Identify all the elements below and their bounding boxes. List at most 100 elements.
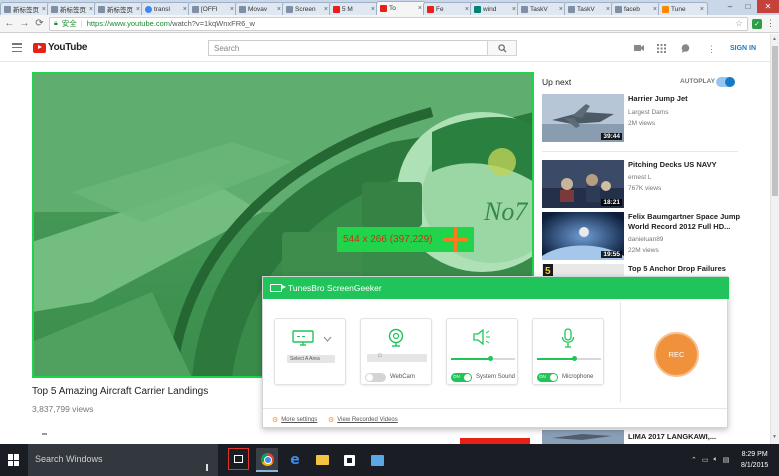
autoplay-toggle[interactable] xyxy=(716,77,735,87)
edge-taskbar-icon[interactable]: e xyxy=(284,448,306,472)
system-sound-card[interactable]: ON System Sound xyxy=(446,318,518,385)
close-tab-icon[interactable]: × xyxy=(89,6,93,13)
select-area-label[interactable]: Select A Area xyxy=(290,356,320,362)
browser-tab[interactable]: 新标签页 × xyxy=(94,2,144,15)
chevron-up-icon[interactable]: ⌃ xyxy=(691,456,697,464)
related-video[interactable]: 39:44 Harrier Jump Jet Largest Dams 2M v… xyxy=(542,94,772,144)
related-thumbnail[interactable]: 19:55 xyxy=(542,212,624,260)
microphone-toggle[interactable]: ON xyxy=(537,373,558,382)
windows-start-icon[interactable] xyxy=(8,454,20,466)
minimize-icon[interactable]: – xyxy=(721,0,739,13)
close-tab-icon[interactable]: × xyxy=(324,6,328,13)
address-bar[interactable]: 🔒︎ 安全 | https://www.youtube.com/watch?v=… xyxy=(49,16,748,31)
browser-tab[interactable]: Movav × xyxy=(235,2,285,15)
close-tab-icon[interactable]: × xyxy=(700,6,704,13)
more-settings-label[interactable]: More settings xyxy=(281,417,317,423)
related-thumbnail[interactable]: 18:21 xyxy=(542,160,624,208)
close-tab-icon[interactable]: × xyxy=(183,6,187,13)
browser-tab[interactable]: wind × xyxy=(470,2,520,15)
close-tab-icon[interactable]: × xyxy=(606,6,610,13)
microphone-slider-knob[interactable] xyxy=(571,356,577,361)
close-tab-icon[interactable]: × xyxy=(653,6,657,13)
bookmark-star-icon[interactable]: ☆ xyxy=(735,18,743,29)
browser-tab[interactable]: TaskV × xyxy=(564,2,614,15)
select-area-card[interactable]: Select A Area xyxy=(274,318,346,385)
settings-dots-icon[interactable]: ⋮ xyxy=(707,44,716,55)
close-tab-icon[interactable]: × xyxy=(418,5,422,12)
file-explorer-icon[interactable] xyxy=(311,448,333,472)
browser-tab[interactable]: 新标签页 × xyxy=(47,2,97,15)
apps-grid-icon[interactable] xyxy=(657,44,666,55)
browser-tab[interactable]: To × xyxy=(376,1,426,15)
related-thumbnail[interactable]: 39:44 xyxy=(542,94,624,142)
browser-tab[interactable]: [OFFI × xyxy=(188,2,238,15)
browser-tab[interactable]: Tune × xyxy=(658,2,708,15)
related-thumbnail[interactable] xyxy=(542,430,624,444)
related-title[interactable]: Pitching Decks US NAVY xyxy=(628,160,748,170)
search-input[interactable]: Search xyxy=(208,40,488,56)
browser-tab[interactable]: TaskV × xyxy=(517,2,567,15)
related-title[interactable]: Top 5 Anchor Drop Failures xyxy=(628,264,748,274)
system-sound-toggle[interactable]: ON xyxy=(451,373,472,382)
app-taskbar-icon[interactable] xyxy=(366,448,388,472)
record-button[interactable]: REC xyxy=(654,332,699,377)
messages-icon[interactable] xyxy=(681,44,690,55)
youtube-logo[interactable]: YouTube xyxy=(33,42,88,53)
taskbar-clock[interactable]: 8:29 PM 8/1/2015 xyxy=(741,449,768,471)
taskbar-search-box[interactable]: Search Windows xyxy=(28,444,218,476)
webcam-select[interactable] xyxy=(367,354,427,362)
related-video[interactable]: 18:21 Pitching Decks US NAVY ernest L 76… xyxy=(542,160,772,210)
browser-tab[interactable]: Screen × xyxy=(282,2,332,15)
browser-tab[interactable]: faceb × xyxy=(611,2,661,15)
close-window-icon[interactable]: ✕ xyxy=(757,0,779,13)
related-title[interactable]: Harrier Jump Jet xyxy=(628,94,748,104)
close-tab-icon[interactable]: × xyxy=(136,6,140,13)
maximize-icon[interactable]: □ xyxy=(739,0,757,13)
related-video[interactable]: LIMA 2017 LANGKAWI,... xyxy=(542,430,772,444)
view-recorded-label[interactable]: View Recorded Videos xyxy=(337,417,397,423)
scrollbar-thumb[interactable] xyxy=(772,46,778,196)
extension-icon[interactable]: ✓ xyxy=(752,18,762,29)
browser-tab[interactable]: 5 M × xyxy=(329,2,379,15)
microphone-slider[interactable] xyxy=(537,356,601,361)
browser-tab[interactable]: Fe × xyxy=(423,2,473,15)
browser-tab[interactable]: transl × xyxy=(141,2,191,15)
chevron-down-icon[interactable] xyxy=(323,336,332,342)
hamburger-menu-icon[interactable] xyxy=(12,43,22,52)
view-recorded-link[interactable]: ⚙ View Recorded Videos xyxy=(328,416,398,424)
more-settings-link[interactable]: ⚙ More settings xyxy=(272,416,317,424)
scroll-up-icon[interactable]: ▲ xyxy=(772,36,777,42)
webcam-card[interactable]: ◘ WebCam xyxy=(360,318,432,385)
webcam-toggle[interactable] xyxy=(365,373,386,382)
related-title[interactable]: LIMA 2017 LANGKAWI,... xyxy=(628,432,748,442)
notification-icon[interactable]: ▭ xyxy=(702,456,709,464)
related-title[interactable]: Felix Baumgartner Space Jump World Recor… xyxy=(628,212,748,232)
store-icon[interactable] xyxy=(338,448,360,472)
chrome-menu-icon[interactable]: ⋮ xyxy=(766,18,775,29)
chrome-taskbar-icon[interactable] xyxy=(256,448,278,472)
search-button[interactable] xyxy=(487,40,517,56)
close-tab-icon[interactable]: × xyxy=(42,6,46,13)
close-tab-icon[interactable]: × xyxy=(559,6,563,13)
related-video[interactable]: 5 Top 5 Anchor Drop Failures xyxy=(542,264,772,276)
related-channel[interactable]: ernest L xyxy=(628,174,652,181)
close-tab-icon[interactable]: × xyxy=(371,6,375,13)
volume-icon[interactable]: 🔈︎ xyxy=(714,456,718,464)
system-sound-slider[interactable] xyxy=(451,356,515,361)
reload-icon[interactable]: ⟳ xyxy=(34,18,45,29)
network-icon[interactable]: ▤ xyxy=(723,456,730,464)
forward-icon[interactable]: → xyxy=(19,18,30,29)
related-channel[interactable]: Largest Dams xyxy=(628,109,668,116)
related-channel[interactable]: danieluan89 xyxy=(628,236,663,243)
upload-video-icon[interactable] xyxy=(634,44,644,54)
close-tab-icon[interactable]: × xyxy=(277,6,281,13)
sign-in-button[interactable]: SIGN IN xyxy=(730,45,756,52)
system-sound-slider-knob[interactable] xyxy=(488,356,494,361)
back-icon[interactable]: ← xyxy=(4,18,15,29)
browser-tab[interactable]: 新标签页 × xyxy=(0,2,50,15)
related-video[interactable]: 19:55 Felix Baumgartner Space Jump World… xyxy=(542,212,772,262)
task-view-icon[interactable] xyxy=(228,448,249,470)
close-tab-icon[interactable]: × xyxy=(230,6,234,13)
scroll-down-icon[interactable]: ▼ xyxy=(772,434,777,440)
microphone-card[interactable]: ON Microphone xyxy=(532,318,604,385)
